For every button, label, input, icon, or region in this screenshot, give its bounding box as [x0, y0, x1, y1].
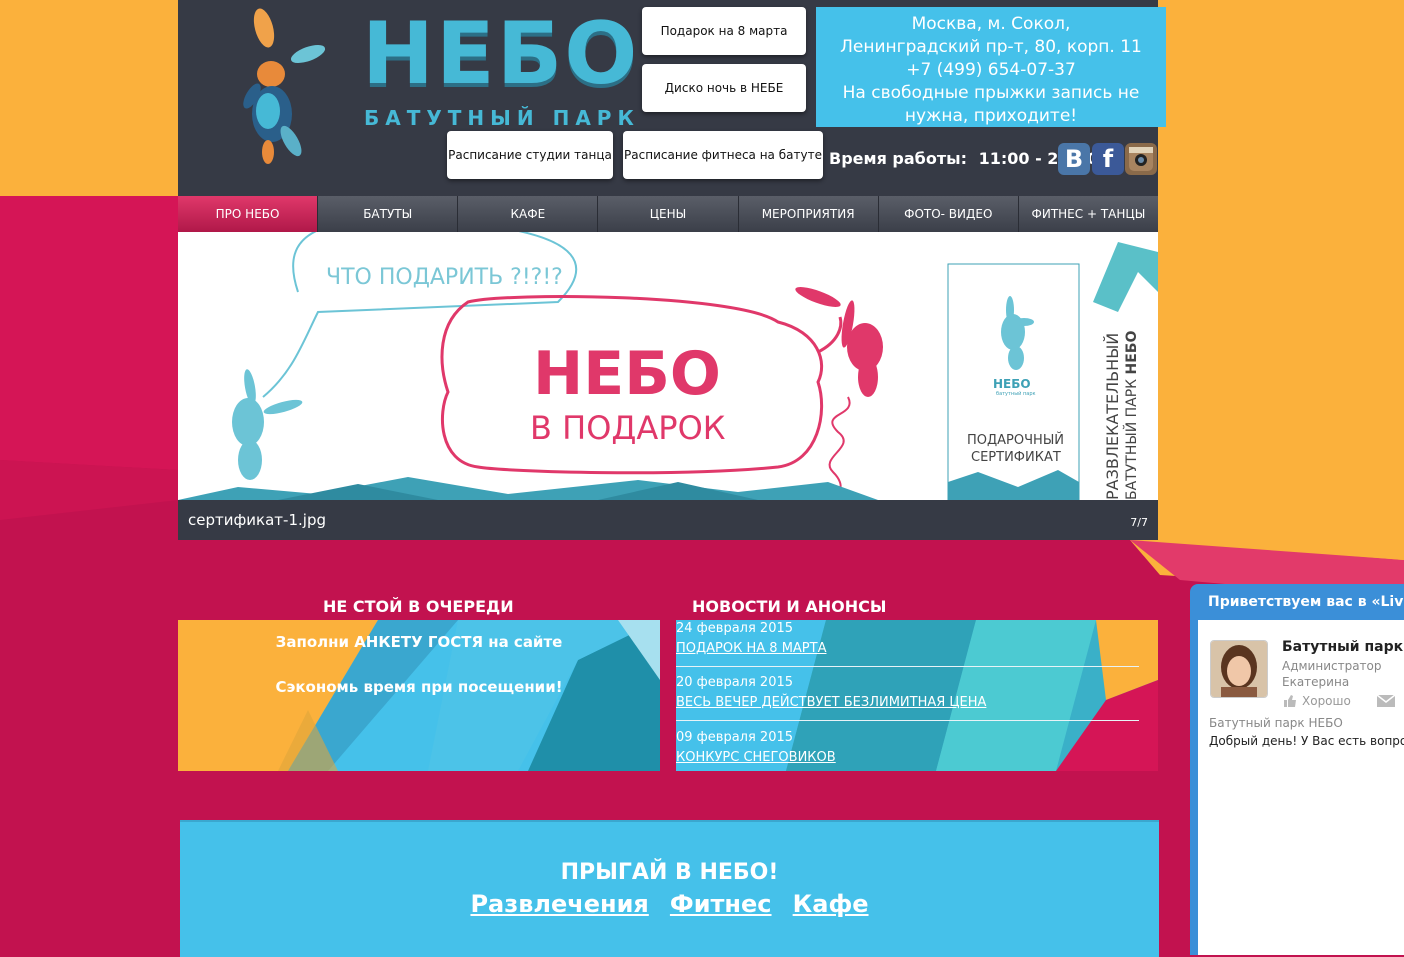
cert-brand: НЕБО: [993, 377, 1031, 391]
gift-march-button[interactable]: Подарок на 8 марта: [642, 7, 806, 55]
jump-title: ПРЫГАЙ В НЕБО!: [560, 860, 779, 885]
slide-caption-bar: сертификат-1.jpg 7/7: [178, 500, 1158, 540]
cert-vertical-1: РАЗВЛЕКАТЕЛЬНЫЙ: [1103, 333, 1122, 500]
fitness-schedule-button[interactable]: Расписание фитнеса на батуте: [623, 131, 823, 179]
instagram-icon[interactable]: [1125, 143, 1157, 175]
address-line1: Москва, м. Сокол,: [911, 14, 1071, 34]
queue-line-2: Сэкономь время при посещении!: [275, 678, 563, 696]
main-navigation: ПРО НЕБО БАТУТЫ КАФЕ ЦЕНЫ МЕРОПРИЯТИЯ ФО…: [178, 196, 1158, 232]
nav-item-photo-video[interactable]: ФОТО- ВИДЕО: [879, 196, 1019, 232]
operator-photo: [1211, 641, 1267, 697]
operator-role: Администратор: [1282, 659, 1382, 673]
nav-item-cafe[interactable]: КАФЕ: [458, 196, 599, 232]
news-link-3[interactable]: КОНКУРС СНЕГОВИКОВ: [676, 750, 836, 765]
nav-item-about[interactable]: ПРО НЕБО: [178, 196, 319, 232]
slide-counter: 7/7: [1130, 516, 1148, 529]
cert-label-1: ПОДАРОЧНЫЙ: [967, 432, 1064, 448]
logo-subtitle: БАТУТНЫЙ ПАРК: [364, 106, 640, 130]
chat-message: Добрый день! У Вас есть вопрос: [1209, 734, 1404, 748]
chat-header[interactable]: Приветствуем вас в «LiveC: [1208, 594, 1404, 610]
camera-glyph-icon: [1129, 147, 1153, 171]
logo-title: НЕБО: [362, 4, 640, 104]
dance-schedule-button[interactable]: Расписание студии танца: [447, 131, 613, 179]
operator-name: Екатерина: [1282, 675, 1350, 689]
news-link-1[interactable]: ПОДАРОК НА 8 МАРТА: [676, 641, 826, 656]
news-date-2: 20 февраля 2015: [676, 675, 794, 690]
cert-vertical-2a: БАТУТНЫЙ ПАРК: [1122, 374, 1140, 500]
nav-item-prices[interactable]: ЦЕНЫ: [598, 196, 739, 232]
operator-company: Батутный парк Н: [1282, 639, 1404, 655]
email-icon[interactable]: [1377, 695, 1395, 707]
rating-good[interactable]: Хорошо: [1302, 694, 1351, 708]
nav-item-events[interactable]: МЕРОПРИЯТИЯ: [739, 196, 879, 232]
slider-prev-arrow-icon[interactable]: [198, 362, 238, 412]
queue-section-title: НЕ СТОЙ В ОЧЕРЕДИ: [323, 597, 514, 616]
fitness-link[interactable]: Фитнес: [670, 890, 772, 918]
slide-image: ЧТО ПОДАРИТЬ ?!?!? НЕБО В ПОДАРОК НЕБО б…: [178, 232, 1158, 500]
entertainment-link[interactable]: Развлечения: [470, 890, 648, 918]
disco-night-button[interactable]: Диско ночь в НЕБЕ: [642, 64, 806, 112]
jump-links: Развлечения Фитнес Кафе: [180, 890, 1159, 918]
queue-line-1: Заполни АНКЕТУ ГОСТЯ на сайте: [275, 633, 563, 651]
hours-label: Время работы:: [829, 149, 967, 168]
jump-banner: ПРЫГАЙ В НЕБО! Развлечения Фитнес Кафе: [180, 820, 1159, 957]
facebook-icon[interactable]: f: [1092, 143, 1124, 175]
news-link-2[interactable]: ВЕСЬ ВЕЧЕР ДЕЙСТВУЕТ БЕЗЛИМИТНАЯ ЦЕНА: [676, 695, 986, 710]
cert-label-2: СЕРТИФИКАТ: [971, 450, 1061, 465]
nav-item-fitness-dance[interactable]: ФИТНЕС + ТАНЦЫ: [1019, 196, 1158, 232]
guest-form-banner[interactable]: Заполни АНКЕТУ ГОСТЯ на сайте Сэкономь в…: [178, 620, 660, 771]
image-slider: ЧТО ПОДАРИТЬ ?!?!? НЕБО В ПОДАРОК НЕБО б…: [178, 232, 1158, 500]
cafe-link[interactable]: Кафе: [793, 890, 869, 918]
news-separator: [676, 666, 1139, 667]
rabbit-logo-icon[interactable]: [236, 6, 336, 166]
chat-body: Батутный парк Н Администратор Екатерина …: [1198, 620, 1404, 955]
news-date-3: 09 февраля 2015: [676, 730, 794, 745]
vk-icon[interactable]: В: [1058, 143, 1090, 175]
avatar: [1210, 640, 1268, 698]
booking-note: На свободные прыжки запись не нужна, при…: [842, 83, 1140, 126]
cert-vertical-2b: НЕБО: [1124, 330, 1140, 374]
nav-item-trampolines[interactable]: БАТУТЫ: [318, 196, 459, 232]
news-section-title: НОВОСТИ И АНОНСЫ: [692, 597, 887, 616]
cert-vertical-2: БАТУТНЫЙ ПАРК НЕБО: [1122, 330, 1140, 500]
news-separator: [676, 720, 1139, 721]
address-line2: Ленинградский пр-т, 80, корп. 11: [840, 37, 1142, 57]
slide-question: ЧТО ПОДАРИТЬ ?!?!?: [326, 265, 563, 290]
live-chat-widget[interactable]: Приветствуем вас в «LiveC Батутный парк …: [1190, 584, 1404, 955]
slide-subtitle: В ПОДАРОК: [530, 409, 726, 447]
contact-info-box: Москва, м. Сокол, Ленинградский пр-т, 80…: [816, 7, 1166, 127]
slide-big-title: НЕБО: [533, 339, 721, 409]
cert-brand-sub: батутный парк: [996, 390, 1036, 397]
slide-caption: сертификат-1.jpg: [188, 511, 326, 529]
phone-number[interactable]: +7 (499) 654-07-37: [816, 59, 1166, 82]
thumbs-up-icon[interactable]: [1282, 694, 1298, 708]
site-header: НЕБО БАТУТНЫЙ ПАРК Подарок на 8 марта Ди…: [178, 0, 1166, 196]
message-sender: Батутный парк НЕБО: [1209, 716, 1343, 730]
news-date-1: 24 февраля 2015: [676, 621, 794, 636]
